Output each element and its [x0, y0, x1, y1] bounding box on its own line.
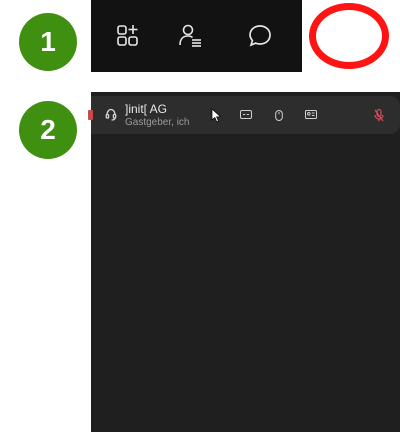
id-card-icon: [305, 110, 317, 119]
headset-icon: [105, 108, 117, 121]
chat-button[interactable]: [242, 18, 278, 54]
participant-row[interactable]: ]init[ AG Gastgeber, ich: [88, 96, 400, 134]
apps-add-button[interactable]: [111, 18, 147, 54]
share-icon: [88, 110, 93, 120]
apps-add-icon: [117, 25, 138, 46]
participant-role: Gastgeber, ich: [125, 117, 190, 128]
people-list-icon: [179, 24, 201, 47]
step-2-badge: 2: [19, 101, 77, 159]
participants-panel: ]init[ AG Gastgeber, ich: [88, 92, 400, 432]
people-button[interactable]: [173, 18, 209, 54]
highlight-ring: [309, 3, 389, 69]
cc-icon: [240, 110, 252, 119]
participant-name: ]init[ AG: [125, 102, 168, 116]
mic-off-icon[interactable]: [374, 109, 384, 122]
mouse-icon: [275, 110, 283, 121]
chat-icon: [249, 25, 271, 47]
cursor-icon: [211, 108, 222, 123]
step-1-badge: 1: [19, 13, 77, 71]
meeting-toolbar: [91, 0, 389, 72]
